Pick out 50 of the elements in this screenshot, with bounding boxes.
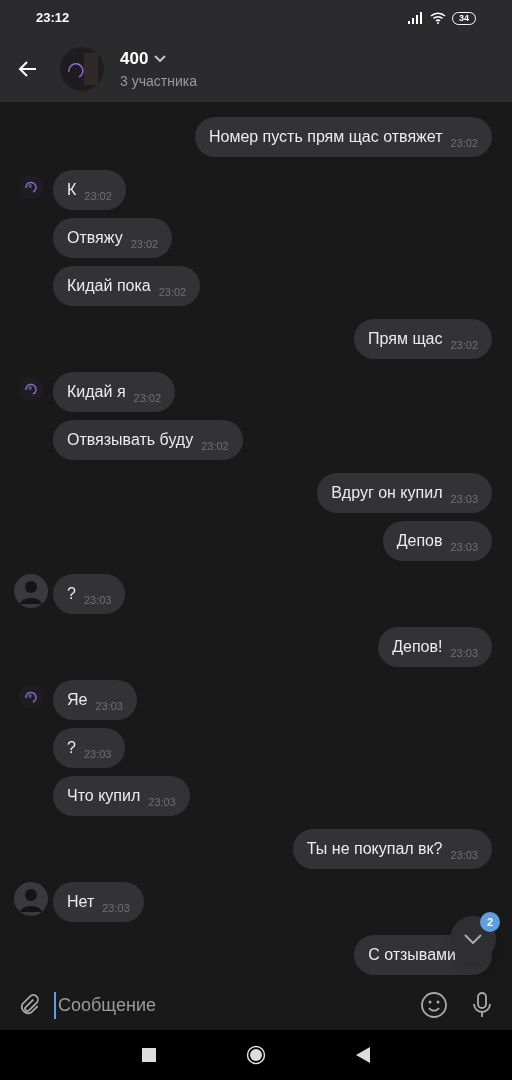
message-time: 23:02 (158, 284, 187, 300)
back-nav-icon[interactable] (356, 1047, 370, 1063)
group-avatar-icon (60, 47, 104, 91)
message-text: К (67, 180, 77, 200)
message-text: Депов (396, 531, 443, 551)
home-icon[interactable] (246, 1045, 266, 1065)
message-text: Номер пусть прям щас отвяжет (208, 127, 443, 147)
signal-icon (408, 12, 424, 24)
avatar-icon (17, 174, 44, 200)
participant-count: 3 участника (120, 72, 197, 92)
message-input[interactable]: Сообщение (54, 991, 408, 1019)
status-time: 23:12 (36, 9, 70, 28)
wifi-icon (430, 12, 446, 24)
message-time: 23:03 (450, 847, 478, 863)
avatar-icon (13, 882, 48, 916)
message-time: 23:02 (84, 188, 112, 204)
message-text: Прям щас (368, 329, 443, 349)
message-time: 23:03 (102, 900, 130, 916)
message-text: Что купил (67, 786, 141, 806)
message-time: 23:02 (130, 236, 159, 252)
emoji-icon[interactable] (420, 991, 448, 1019)
avatar-icon (17, 376, 44, 402)
message-text: Депов! (392, 637, 443, 657)
message-time: 23:03 (450, 645, 478, 661)
message-time: 23:02 (450, 337, 478, 353)
avatar-icon (13, 574, 48, 608)
message-text: Кидай я (67, 382, 126, 402)
unread-badge: 2 (480, 912, 500, 932)
message-text: Отвязывать буду (67, 430, 194, 450)
message-time: 23:02 (450, 135, 478, 151)
chevron-down-icon (464, 934, 482, 944)
message-text: Ты не покупал вк? (306, 839, 443, 859)
chevron-down-icon[interactable] (154, 54, 167, 63)
message-time: 23:03 (83, 746, 112, 762)
message-time: 23:03 (450, 491, 478, 507)
avatar-icon (17, 684, 44, 710)
message-text: Отвяжу (67, 228, 123, 248)
message-text: Кидай пока (67, 276, 151, 296)
message-text: ? (67, 738, 76, 758)
chat-title[interactable]: 400 (120, 45, 149, 72)
message-time: 23:03 (95, 698, 123, 714)
message-time: 23:02 (201, 438, 229, 454)
message-time: 23:03 (83, 592, 112, 608)
message-text: ? (67, 584, 76, 604)
message-text: Вдруг он купил (331, 483, 443, 503)
message-text: Яе (67, 690, 88, 710)
message-time: 23:02 (133, 390, 162, 406)
message-text: Нет (67, 892, 95, 912)
message-time: 23:03 (450, 539, 478, 555)
message-time: 23:03 (148, 794, 176, 810)
